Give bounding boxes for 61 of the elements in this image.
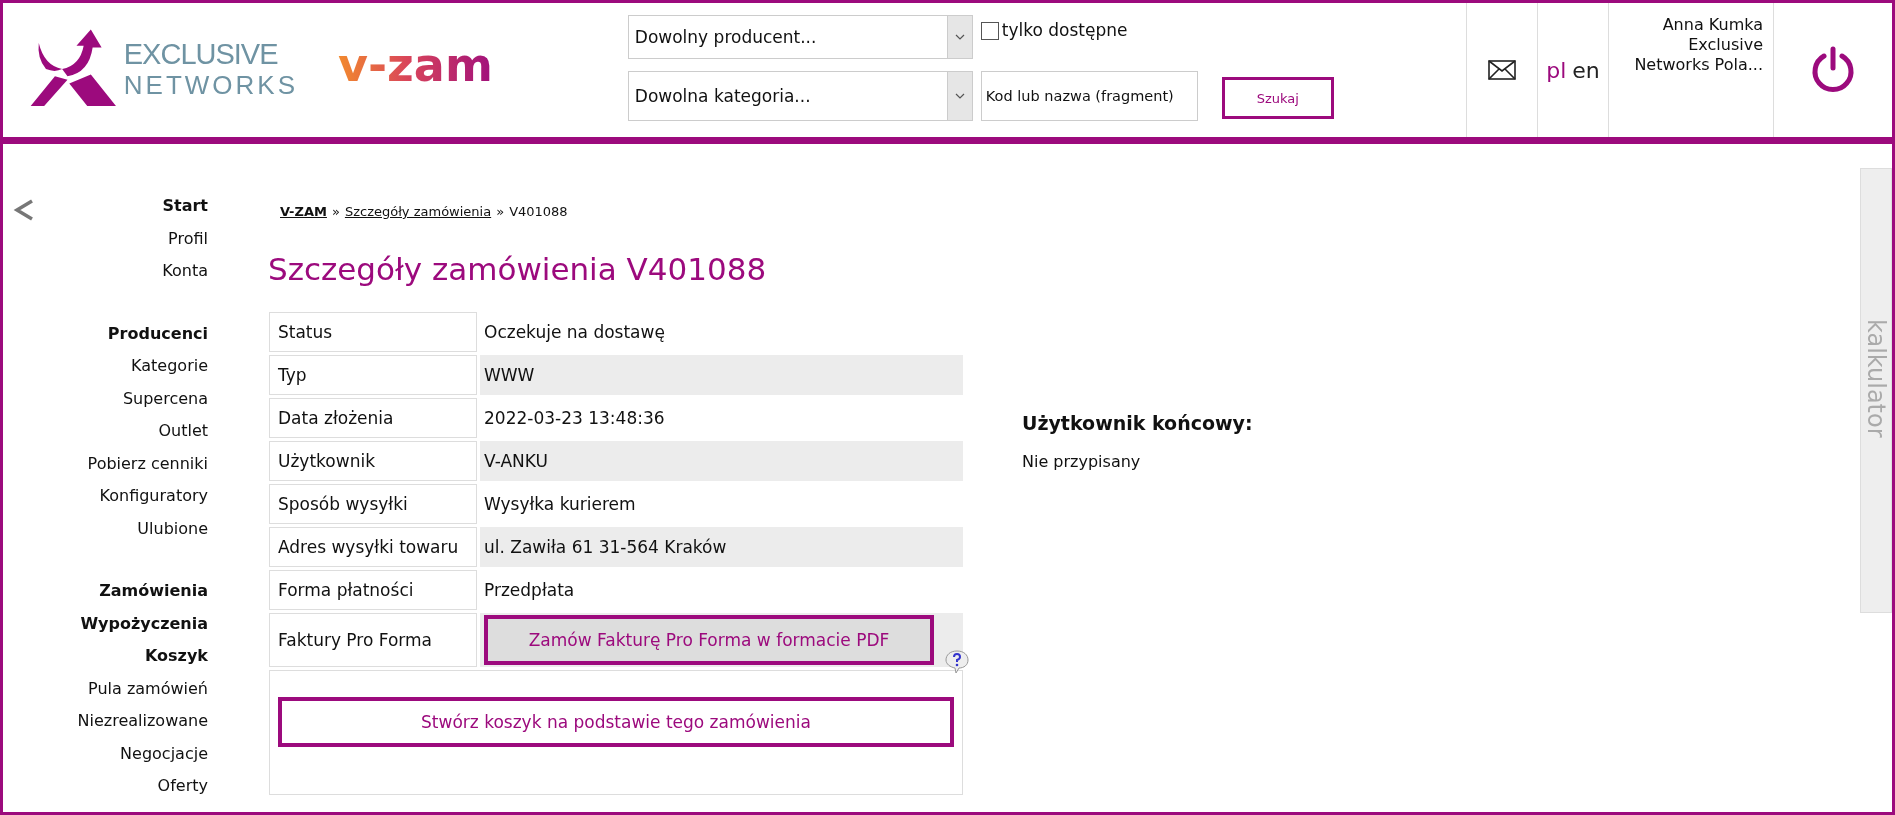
breadcrumb-current: V401088 (509, 204, 568, 219)
pdf-invoice-button[interactable]: Zamów Fakturę Pro Forma w formacie PDF (484, 615, 934, 665)
user-name: Anna Kumka (1662, 15, 1763, 35)
back-icon[interactable] (13, 198, 35, 222)
sidebar-item[interactable]: Koszyk (145, 640, 208, 673)
sidebar-item[interactable]: Profil (168, 222, 208, 255)
sidebar-item[interactable]: Zamówienia (99, 575, 208, 608)
detail-label: Data złożenia (269, 398, 477, 438)
checkbox-label: tylko dostępne (1001, 20, 1128, 40)
sidebar-item[interactable]: Supercena (122, 382, 208, 415)
logo-text: EXCLUSIVE (123, 39, 279, 70)
detail-value: V-ANKU (480, 441, 963, 481)
company-name: Networks Pola... (1634, 55, 1763, 75)
language-link[interactable]: en (1572, 57, 1600, 83)
breadcrumb-separator: » (496, 204, 505, 219)
create-cart-button[interactable]: Stwórz koszyk na podstawie tego zamówienia (278, 696, 954, 747)
help-icon[interactable] (944, 649, 970, 675)
detail-value: Wysyłka kurierem (483, 493, 637, 516)
sidebar-item[interactable]: Start (162, 190, 208, 223)
breadcrumb-link[interactable]: Szczegóły zamówienia (344, 204, 492, 219)
detail-value: 2022-03-23 13:48:36 (483, 407, 666, 430)
sidebar-item[interactable]: Konta (162, 255, 208, 288)
detail-label: Sposób wysyłki (269, 484, 477, 524)
breadcrumb-link[interactable]: V-ZAM (280, 204, 327, 219)
detail-label: Użytkownik (269, 441, 477, 481)
detail-label: Faktury Pro Forma (269, 613, 477, 667)
detail-label: Status (269, 312, 477, 352)
company-name: Exclusive (1688, 35, 1763, 55)
detail-value: WWW (480, 355, 963, 395)
checkbox[interactable] (980, 22, 999, 40)
sidebar-item[interactable]: Oferty (157, 770, 208, 803)
sidebar-item[interactable]: Outlet (158, 415, 208, 448)
detail-label: Forma płatności (269, 570, 477, 610)
chevron-down-icon (954, 93, 965, 99)
sidebar-item[interactable]: Producenci (107, 317, 208, 350)
detail-label: Typ (269, 355, 477, 395)
search-field[interactable]: Kod lub nazwa (fragment) (980, 71, 1198, 121)
detail-label: Adres wysyłki towaru (269, 527, 477, 567)
mail-icon[interactable] (1488, 60, 1516, 80)
producer-select[interactable]: Dowolny producent... (627, 15, 973, 59)
end-user-value: Nie przypisany (1022, 452, 1142, 471)
sidebar-item[interactable]: Konfiguratory (99, 480, 208, 513)
sidebar-item[interactable]: Kategorie (131, 350, 208, 383)
logo-text: NETWORKS (123, 70, 298, 101)
search-button[interactable]: Szukaj (1221, 77, 1334, 119)
sidebar-item[interactable]: Pula zamówień (88, 672, 208, 705)
sidebar-item[interactable]: Pobierz cenniki (87, 447, 208, 480)
sidebar-item[interactable]: Wypożyczenia (80, 607, 208, 640)
chevron-down-icon (954, 34, 965, 40)
sidebar-item[interactable]: Ulubione (137, 512, 208, 545)
sidebar-item[interactable]: Niezrealizowane (77, 705, 208, 738)
detail-value: ul. Zawiła 61 31-564 Kraków (480, 527, 963, 567)
detail-value: Oczekuje na dostawę (483, 321, 666, 344)
power-icon[interactable] (1809, 46, 1857, 94)
end-user-heading: Użytkownik końcowy: (1022, 412, 1253, 434)
breadcrumb-separator: » (331, 204, 340, 219)
detail-value: Przedpłata (483, 579, 576, 602)
sidebar-item[interactable]: Negocjacje (120, 737, 208, 770)
language-link[interactable]: pl (1546, 57, 1567, 83)
page-title: Szczegóły zamówienia V401088 (268, 251, 768, 287)
category-select[interactable]: Dowolna kategoria... (627, 71, 973, 121)
